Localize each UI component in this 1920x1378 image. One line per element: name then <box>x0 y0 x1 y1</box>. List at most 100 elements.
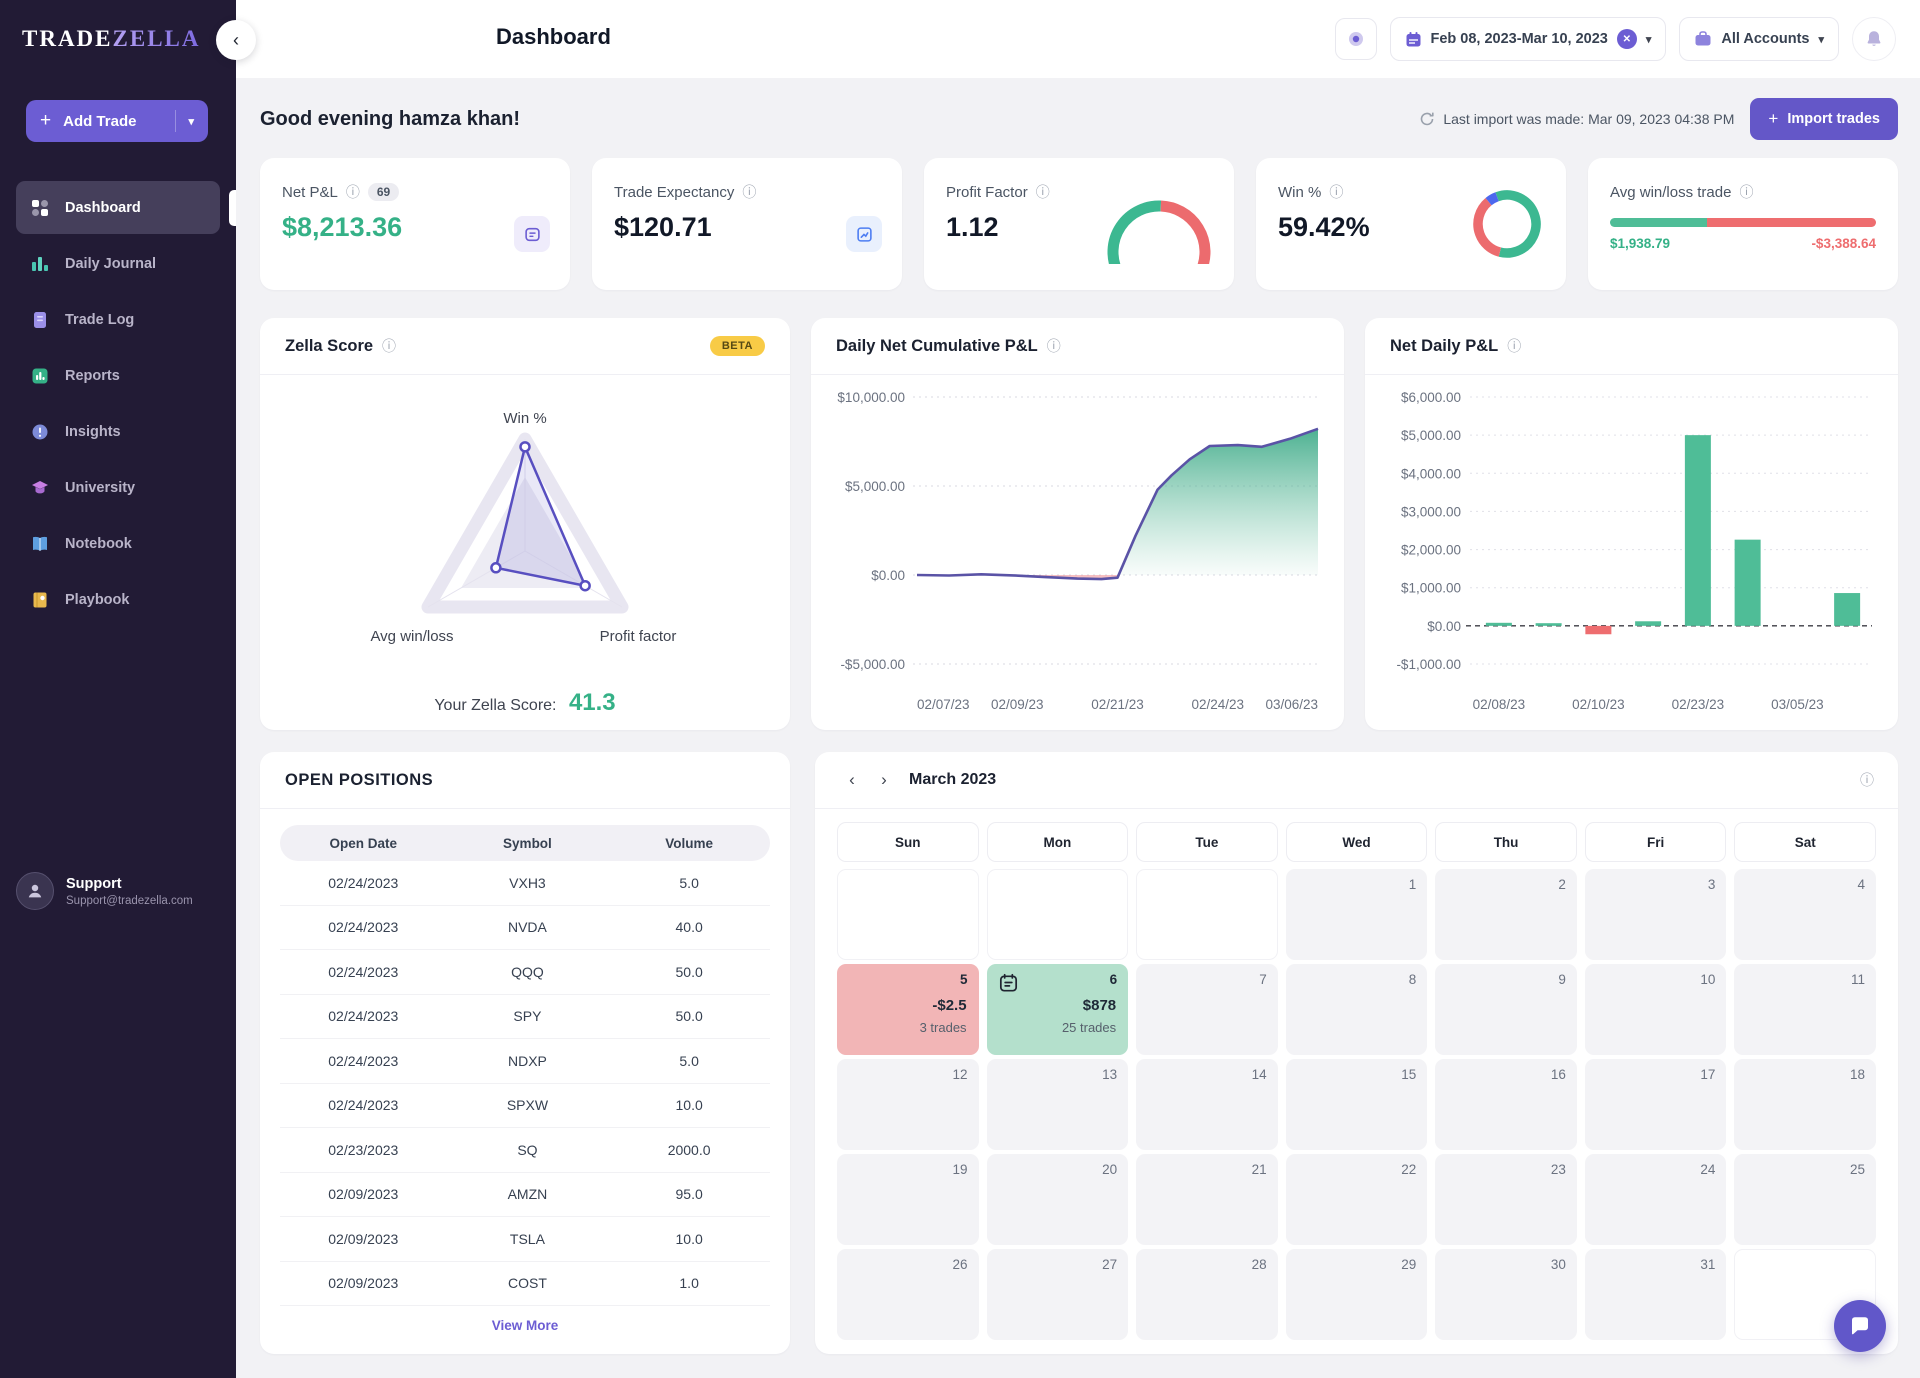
notifications-button[interactable] <box>1852 17 1896 61</box>
calendar-day-21[interactable]: 21 <box>1136 1154 1278 1245</box>
info-icon[interactable]: ⓘ <box>1860 770 1874 790</box>
calendar-day-24[interactable]: 24 <box>1585 1154 1727 1245</box>
info-icon[interactable]: ⓘ <box>1739 182 1753 202</box>
info-icon[interactable]: ⓘ <box>346 182 360 202</box>
table-row[interactable]: 02/24/2023VXH35.0 <box>280 861 770 906</box>
calendar-day-18[interactable]: 18 <box>1734 1059 1876 1150</box>
calendar-next-button[interactable]: › <box>871 767 897 793</box>
calendar-day-11[interactable]: 11 <box>1734 964 1876 1055</box>
calendar-day-12[interactable]: 12 <box>837 1059 979 1150</box>
calendar-day-9[interactable]: 9 <box>1435 964 1577 1055</box>
calendar-day-6[interactable]: 6$87825 trades <box>987 964 1129 1055</box>
calendar-day-25[interactable]: 25 <box>1734 1154 1876 1245</box>
zella-score-title: Zella Score <box>285 337 373 356</box>
calendar-day-8[interactable]: 8 <box>1286 964 1428 1055</box>
sidebar-item-label: Daily Journal <box>65 256 156 272</box>
table-row[interactable]: 02/09/2023TSLA10.0 <box>280 1217 770 1262</box>
day-number: 24 <box>1700 1162 1715 1177</box>
chat-fab-button[interactable] <box>1834 1300 1886 1352</box>
sidebar-item-dashboard[interactable]: Dashboard <box>16 181 220 234</box>
net-pnl-mini-icon[interactable] <box>514 216 550 252</box>
calendar-day-15[interactable]: 15 <box>1286 1059 1428 1150</box>
calendar-day-13[interactable]: 13 <box>987 1059 1129 1150</box>
sidebar-item-trade-log[interactable]: Trade Log <box>16 293 220 346</box>
svg-text:$2,000.00: $2,000.00 <box>1401 543 1461 558</box>
calendar-prev-button[interactable]: ‹ <box>839 767 865 793</box>
calendar-day-10[interactable]: 10 <box>1585 964 1727 1055</box>
calendar-day-1[interactable]: 1 <box>1286 869 1428 960</box>
table-row[interactable]: 02/24/2023SPY50.0 <box>280 995 770 1040</box>
day-number: 18 <box>1850 1067 1865 1082</box>
day-number: 23 <box>1551 1162 1566 1177</box>
calendar-day-31[interactable]: 31 <box>1585 1249 1727 1340</box>
table-cell: 2000.0 <box>608 1142 770 1158</box>
clear-date-icon[interactable]: ✕ <box>1617 29 1637 49</box>
table-row[interactable]: 02/24/2023NVDA40.0 <box>280 906 770 951</box>
svg-text:02/21/23: 02/21/23 <box>1091 697 1144 712</box>
calendar-day-4[interactable]: 4 <box>1734 869 1876 960</box>
svg-text:$5,000.00: $5,000.00 <box>845 479 905 494</box>
accounts-selector[interactable]: All Accounts ▾ <box>1679 17 1839 61</box>
day-number: 19 <box>953 1162 968 1177</box>
table-cell: QQQ <box>447 964 609 980</box>
info-icon[interactable]: ⓘ <box>1507 336 1521 356</box>
calendar-day-3[interactable]: 3 <box>1585 869 1727 960</box>
table-cell: 95.0 <box>608 1186 770 1202</box>
net-daily-pnl-title: Net Daily P&L <box>1390 337 1498 356</box>
briefcase-icon <box>1694 30 1712 48</box>
calendar-day-30[interactable]: 30 <box>1435 1249 1577 1340</box>
visibility-toggle-button[interactable] <box>1335 18 1377 60</box>
table-row[interactable]: 02/09/2023COST1.0 <box>280 1262 770 1307</box>
view-more-link[interactable]: View More <box>260 1306 790 1347</box>
calendar-header: ‹ › March 2023 ⓘ <box>815 752 1898 809</box>
calendar-day-5[interactable]: 5-$2.53 trades <box>837 964 979 1055</box>
table-row[interactable]: 02/24/2023QQQ50.0 <box>280 950 770 995</box>
profit-factor-label: Profit Factor <box>946 184 1028 201</box>
sidebar-item-reports[interactable]: Reports <box>16 349 220 402</box>
table-cell: 02/09/2023 <box>280 1275 447 1291</box>
calendar-day-7[interactable]: 7 <box>1136 964 1278 1055</box>
day-number: 10 <box>1700 972 1715 987</box>
calendar-day-19[interactable]: 19 <box>837 1154 979 1245</box>
add-trade-button[interactable]: + Add Trade ▾ <box>26 100 208 142</box>
calendar-day-27[interactable]: 27 <box>987 1249 1129 1340</box>
calendar-day-17[interactable]: 17 <box>1585 1059 1727 1150</box>
sidebar-item-university[interactable]: University <box>16 461 220 514</box>
calendar-day-28[interactable]: 28 <box>1136 1249 1278 1340</box>
date-range-picker[interactable]: Feb 08, 2023-Mar 10, 2023 ✕ ▾ <box>1390 17 1667 61</box>
table-row[interactable]: 02/24/2023SPXW10.0 <box>280 1084 770 1129</box>
calendar-day-22[interactable]: 22 <box>1286 1154 1428 1245</box>
sidebar-item-insights[interactable]: Insights <box>16 405 220 458</box>
info-icon[interactable]: ⓘ <box>742 182 756 202</box>
calendar-day-2[interactable]: 2 <box>1435 869 1577 960</box>
calendar-day-20[interactable]: 20 <box>987 1154 1129 1245</box>
calendar-day-23[interactable]: 23 <box>1435 1154 1577 1245</box>
import-trades-button[interactable]: + Import trades <box>1750 98 1898 140</box>
sidebar-collapse-button[interactable]: ‹ <box>216 20 256 60</box>
sidebar-item-notebook[interactable]: Notebook <box>16 517 220 570</box>
calendar-day-29[interactable]: 29 <box>1286 1249 1428 1340</box>
table-row[interactable]: 02/09/2023AMZN95.0 <box>280 1173 770 1218</box>
calendar-day-14[interactable]: 14 <box>1136 1059 1278 1150</box>
table-cell: 02/24/2023 <box>280 1097 447 1113</box>
journal-note-icon[interactable] <box>997 972 1020 1000</box>
table-row[interactable]: 02/24/2023NDXP5.0 <box>280 1039 770 1084</box>
info-icon[interactable]: ⓘ <box>382 336 396 356</box>
calendar-day-26[interactable]: 26 <box>837 1249 979 1340</box>
weekday-header: Sat <box>1734 822 1876 862</box>
calendar-day-16[interactable]: 16 <box>1435 1059 1577 1150</box>
info-icon[interactable]: ⓘ <box>1329 182 1343 202</box>
expectancy-mini-icon[interactable] <box>846 216 882 252</box>
table-cell: NDXP <box>447 1053 609 1069</box>
support-block[interactable]: Support Support@tradezella.com <box>16 872 193 910</box>
day-number: 12 <box>953 1067 968 1082</box>
info-icon[interactable]: ⓘ <box>1036 182 1050 202</box>
last-import-status: Last import was made: Mar 09, 2023 04:38… <box>1419 111 1734 127</box>
table-row[interactable]: 02/23/2023SQ2000.0 <box>280 1128 770 1173</box>
day-number: 16 <box>1551 1067 1566 1082</box>
info-icon[interactable]: ⓘ <box>1047 336 1061 356</box>
sidebar-item-daily-journal[interactable]: Daily Journal <box>16 237 220 290</box>
sidebar-item-playbook[interactable]: Playbook <box>16 573 220 626</box>
svg-text:Win %: Win % <box>503 410 546 427</box>
cumulative-pnl-title: Daily Net Cumulative P&L <box>836 337 1038 356</box>
